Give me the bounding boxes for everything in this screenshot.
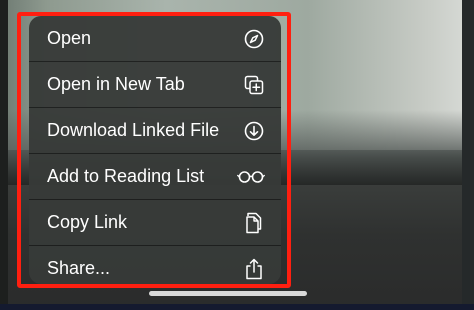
menu-item-label: Download Linked File xyxy=(47,120,220,140)
new-tab-icon xyxy=(243,74,265,96)
menu-item-add-to-reading-list[interactable]: Add to Reading List xyxy=(29,154,281,199)
compass-icon xyxy=(243,28,265,50)
menu-item-label: Open xyxy=(47,28,92,48)
share-icon xyxy=(243,258,265,280)
menu-item-label: Add to Reading List xyxy=(47,166,205,186)
menu-item-download-linked-file[interactable]: Download Linked File xyxy=(29,108,281,153)
home-indicator[interactable] xyxy=(149,291,307,296)
glasses-icon xyxy=(237,166,265,188)
menu-item-copy-link[interactable]: Copy Link xyxy=(29,200,281,245)
menu-item-label: Open in New Tab xyxy=(47,74,185,94)
menu-item-label: Copy Link xyxy=(47,212,128,232)
menu-item-open-in-new-tab[interactable]: Open in New Tab xyxy=(29,62,281,107)
context-menu: Open Open in New Tab Download Linked Fil… xyxy=(29,16,281,284)
menu-item-open[interactable]: Open xyxy=(29,16,281,61)
context-menu-highlight: Open Open in New Tab Download Linked Fil… xyxy=(17,12,291,288)
download-icon xyxy=(243,120,265,142)
copy-icon xyxy=(243,212,265,234)
menu-item-share[interactable]: Share... xyxy=(29,246,281,284)
menu-item-label: Share... xyxy=(47,258,111,278)
